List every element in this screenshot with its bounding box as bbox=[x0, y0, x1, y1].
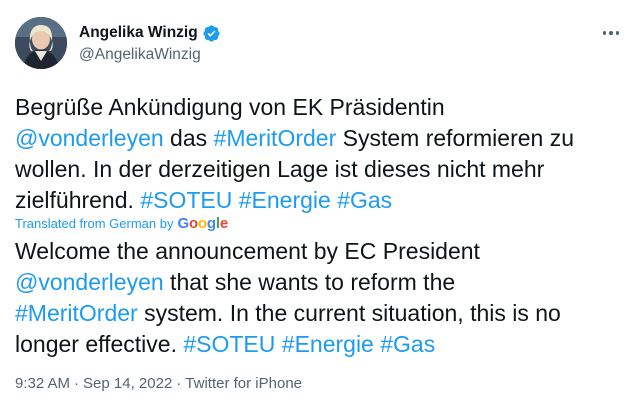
mention-link[interactable]: @vonderleyen bbox=[15, 269, 164, 295]
translation-note[interactable]: Translated from German by Google bbox=[15, 214, 228, 232]
hashtag-link[interactable]: #Gas bbox=[380, 331, 435, 357]
separator: · bbox=[74, 375, 80, 392]
tweet-time[interactable]: 9:32 AM bbox=[15, 375, 70, 392]
google-logo: Google bbox=[177, 214, 228, 232]
original-tweet-text: Begrüße Ankündigung von EK Präsidentin @v… bbox=[15, 92, 627, 216]
text-segment: Begrüße Ankündigung von EK Präsidentin bbox=[15, 94, 445, 120]
hashtag-link[interactable]: #Energie bbox=[239, 187, 331, 213]
tweet-header: Angelika Winzig @AngelikaWinzig bbox=[15, 13, 625, 69]
tweet: Angelika Winzig @AngelikaWinzig Begrüße … bbox=[0, 0, 640, 414]
mention-link[interactable]: @vonderleyen bbox=[15, 125, 164, 151]
avatar[interactable] bbox=[15, 17, 67, 69]
verified-badge-icon bbox=[202, 24, 221, 43]
hashtag-link[interactable]: #Energie bbox=[282, 331, 374, 357]
hashtag-link[interactable]: #SOTEU bbox=[183, 331, 275, 357]
author-handle[interactable]: @AngelikaWinzig bbox=[79, 46, 221, 64]
text-segment: Welcome the announcement by EC President bbox=[15, 238, 480, 264]
author-names: Angelika Winzig @AngelikaWinzig bbox=[79, 23, 221, 64]
text-segment: das bbox=[163, 125, 214, 151]
tweet-source[interactable]: Twitter for iPhone bbox=[185, 375, 302, 392]
more-options-icon[interactable] bbox=[597, 23, 625, 43]
hashtag-link[interactable]: #MeritOrder bbox=[214, 125, 337, 151]
separator: · bbox=[176, 375, 182, 392]
tweet-date[interactable]: Sep 14, 2022 bbox=[83, 375, 172, 392]
text-segment: that she wants to reform the bbox=[163, 269, 456, 295]
hashtag-link[interactable]: #Gas bbox=[337, 187, 392, 213]
display-name[interactable]: Angelika Winzig bbox=[79, 24, 198, 42]
translated-tweet-text: Welcome the announcement by EC President… bbox=[15, 236, 627, 360]
translation-label: Translated from German by bbox=[15, 215, 174, 231]
tweet-meta: 9:32 AM · Sep 14, 2022 · Twitter for iPhone bbox=[15, 375, 302, 392]
hashtag-link[interactable]: #MeritOrder bbox=[15, 300, 138, 326]
name-row: Angelika Winzig bbox=[79, 23, 221, 43]
hashtag-link[interactable]: #SOTEU bbox=[140, 187, 232, 213]
